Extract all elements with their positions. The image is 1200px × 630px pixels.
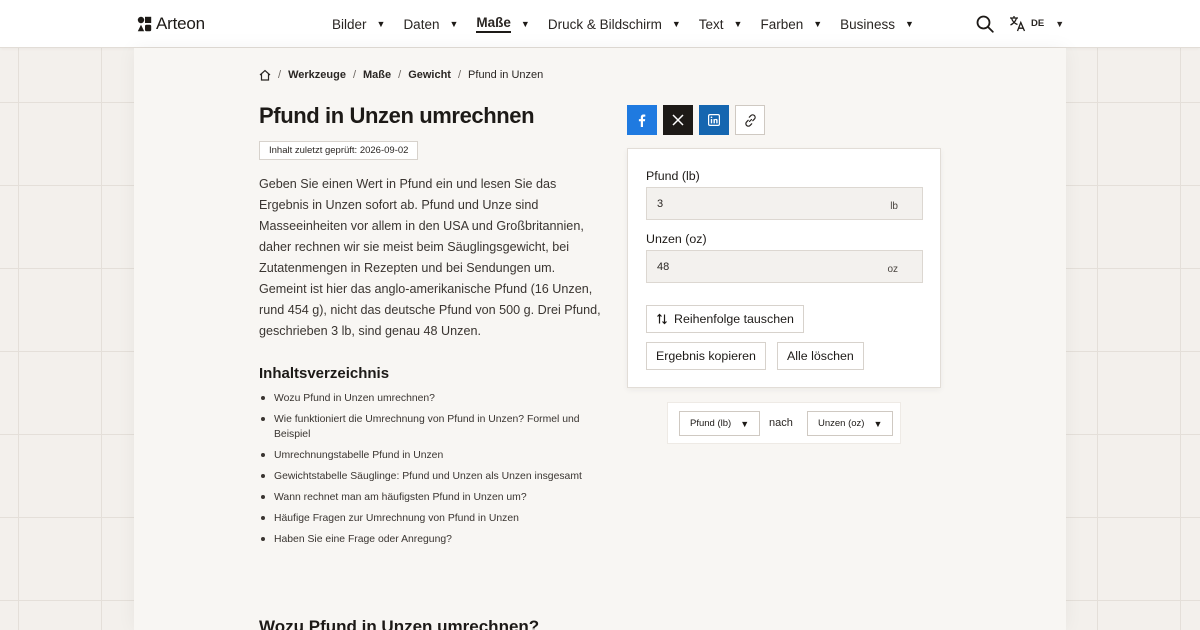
nav-item-label: Business (840, 16, 895, 32)
nav-item-label: Text (698, 16, 724, 32)
chevron-down-icon: ▼ (904, 19, 914, 29)
chevron-down-icon: ▼ (813, 19, 823, 29)
breadcrumb-separator: / (457, 69, 462, 81)
chevron-down-icon: ▼ (671, 19, 681, 29)
linkedin-icon (708, 114, 720, 126)
logo-icon (137, 16, 152, 32)
toc-item[interactable]: Häufige Fragen zur Umrechnung von Pfund … (259, 511, 599, 526)
nav-item-business[interactable]: Business ▼ (840, 17, 914, 32)
copy-link-button[interactable] (735, 105, 765, 135)
breadcrumb-link-masse[interactable]: Maße (363, 69, 391, 81)
chevron-down-icon: ▼ (520, 19, 530, 29)
share-x-button[interactable] (663, 105, 693, 135)
toc-heading: Inhaltsverzeichnis (259, 365, 390, 382)
nav-item-masse[interactable]: Maße ▼ (476, 15, 530, 33)
from-unit-label: lb (890, 201, 898, 212)
table-of-contents: Wozu Pfund in Unzen umrechnen? Wie funkt… (259, 391, 599, 553)
chevron-down-icon: ▼ (449, 19, 459, 29)
language-switcher[interactable]: DE ▼ (1009, 15, 1064, 32)
link-icon (744, 113, 756, 127)
toc-item[interactable]: Gewichtstabelle Säuglinge: Pfund und Unz… (259, 469, 599, 484)
translate-icon (1010, 16, 1026, 32)
language-label: DE (1031, 18, 1045, 29)
clear-all-button[interactable]: Alle löschen (777, 342, 864, 370)
section-heading: Wozu Pfund in Unzen umrechnen? (259, 617, 540, 630)
chevron-down-icon: ▼ (740, 418, 750, 429)
share-buttons (627, 105, 765, 135)
unit-connector-label: nach (769, 417, 793, 429)
breadcrumb-separator: / (398, 69, 402, 81)
toc-item[interactable]: Wozu Pfund in Unzen umrechnen? (259, 391, 599, 406)
last-reviewed-badge: Inhalt zuletzt geprüft: 2026-09-02 (259, 141, 419, 160)
nav-item-text[interactable]: Text ▼ (699, 17, 743, 32)
facebook-icon (638, 114, 646, 127)
nav-item-label: Bilder (332, 16, 367, 32)
converter-card: Pfund (lb) lb Unzen (oz) oz Reihenfolge … (627, 148, 941, 388)
nav-item-label: Druck & Bildschirm (547, 16, 662, 32)
chevron-down-icon: ▼ (873, 418, 883, 429)
intro-paragraph: Geben Sie einen Wert in Pfund ein und le… (259, 177, 601, 338)
to-field-label: Unzen (oz) (646, 232, 707, 246)
from-field-label: Pfund (lb) (646, 169, 700, 183)
search-icon[interactable] (976, 15, 994, 33)
to-unit-select-value: Unzen (oz) (818, 418, 865, 429)
nav-item-label: Maße (476, 15, 511, 33)
toc-item[interactable]: Umrechnungstabelle Pfund in Unzen (259, 448, 599, 463)
to-unit-label: oz (887, 264, 898, 275)
ounces-input[interactable] (647, 251, 867, 282)
swap-order-label: Reihenfolge tauschen (674, 312, 794, 326)
to-unit-select[interactable]: Unzen (oz) ▼ (807, 411, 894, 436)
breadcrumb: / Werkzeuge / Maße / Gewicht / Pfund in … (259, 69, 543, 81)
share-linkedin-button[interactable] (699, 105, 729, 135)
brand-logo[interactable]: Arteon (137, 14, 205, 34)
main-nav: Bilder ▼ Daten ▼ Maße ▼ Druck & Bildschi… (332, 0, 932, 48)
breadcrumb-separator: / (278, 69, 282, 81)
chevron-down-icon: ▼ (376, 19, 386, 29)
top-navigation-bar: Arteon Bilder ▼ Daten ▼ Maße ▼ Druck & B… (0, 0, 1200, 48)
nav-item-farben[interactable]: Farben ▼ (760, 17, 822, 32)
chevron-down-icon: ▼ (1055, 18, 1065, 29)
nav-item-label: Daten (403, 16, 440, 32)
chevron-down-icon: ▼ (733, 19, 743, 29)
from-unit-select-value: Pfund (lb) (690, 418, 732, 429)
copy-result-button[interactable]: Ergebnis kopieren (646, 342, 766, 370)
breadcrumb-current: Pfund in Unzen (468, 69, 544, 81)
copy-result-label: Ergebnis kopieren (656, 349, 756, 363)
from-field: lb (646, 187, 923, 220)
nav-item-druck-bildschirm[interactable]: Druck & Bildschirm ▼ (548, 17, 681, 32)
clear-all-label: Alle löschen (787, 349, 854, 363)
page-title: Pfund in Unzen umrechnen (259, 103, 535, 128)
breadcrumb-link-werkzeuge[interactable]: Werkzeuge (288, 69, 346, 81)
swap-icon (657, 313, 667, 325)
nav-item-label: Farben (760, 16, 804, 32)
to-field: oz (646, 250, 923, 283)
from-unit-select[interactable]: Pfund (lb) ▼ (679, 411, 761, 436)
home-icon[interactable] (259, 69, 271, 81)
brand-name: Arteon (156, 14, 205, 33)
nav-item-bilder[interactable]: Bilder ▼ (332, 17, 385, 32)
x-icon (672, 114, 684, 126)
toc-item[interactable]: Wann rechnet man am häufigsten Pfund in … (259, 490, 599, 505)
nav-item-daten[interactable]: Daten ▼ (403, 17, 458, 32)
pounds-input[interactable] (647, 188, 867, 219)
toc-item[interactable]: Wie funktioniert die Umrechnung von Pfun… (259, 412, 599, 442)
toc-item[interactable]: Haben Sie eine Frage oder Anregung? (259, 532, 599, 547)
breadcrumb-separator: / (352, 69, 356, 81)
breadcrumb-link-gewicht[interactable]: Gewicht (408, 69, 451, 81)
share-facebook-button[interactable] (627, 105, 657, 135)
swap-order-button[interactable]: Reihenfolge tauschen (646, 305, 804, 333)
unit-selector-bar: Pfund (lb) ▼ nach Unzen (oz) ▼ (667, 402, 901, 444)
